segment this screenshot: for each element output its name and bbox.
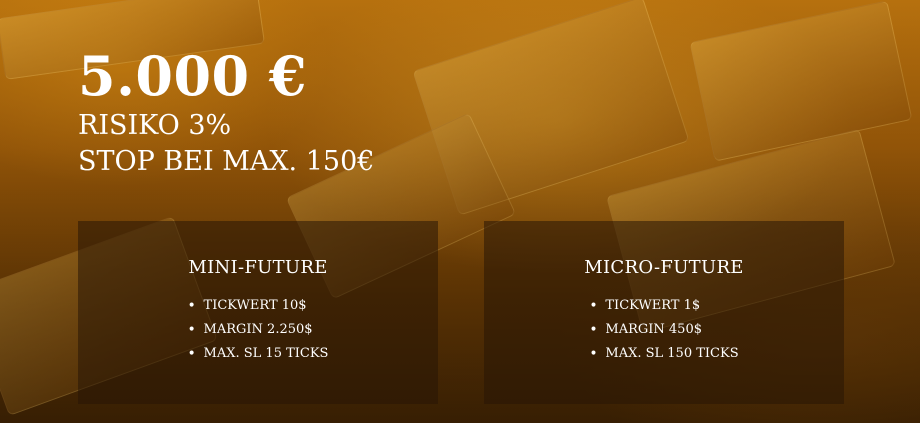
micro-future-card: MICRO-FUTURE TICKWERT 1$ MARGIN 450$ MAX…: [484, 221, 844, 404]
stop-text: STOP BEI MAX. 150€: [78, 146, 375, 177]
risk-text: RISIKO 3%: [78, 110, 232, 141]
account-size: 5.000 €: [78, 44, 307, 108]
mini-future-card: MINI-FUTURE TICKWERT 10$ MARGIN 2.250$ M…: [78, 221, 438, 404]
list-item: MARGIN 2.250$: [188, 318, 329, 342]
list-item: MAX. SL 15 TICKS: [188, 342, 329, 366]
hero-text: 5.000 € RISIKO 3% STOP BEI MAX. 150€: [78, 44, 374, 180]
card-title: MICRO-FUTURE: [584, 257, 744, 278]
list-item: TICKWERT 10$: [188, 294, 329, 318]
list-item: MAX. SL 150 TICKS: [589, 342, 738, 366]
list-item: TICKWERT 1$: [589, 294, 738, 318]
card-list: TICKWERT 1$ MARGIN 450$ MAX. SL 150 TICK…: [589, 294, 738, 366]
card-list: TICKWERT 10$ MARGIN 2.250$ MAX. SL 15 TI…: [188, 294, 329, 366]
list-item: MARGIN 450$: [589, 318, 738, 342]
card-title: MINI-FUTURE: [188, 257, 328, 278]
